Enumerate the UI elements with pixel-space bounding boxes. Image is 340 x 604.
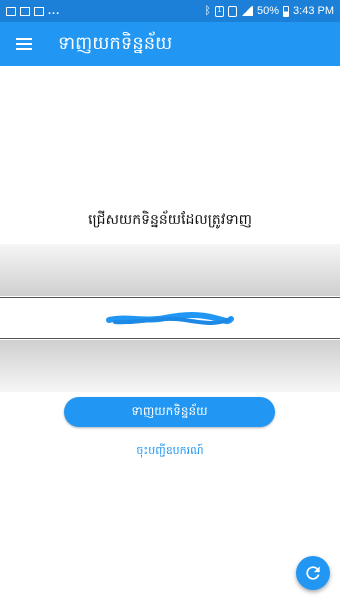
register-device-link[interactable]: ចុះបញ្ជីឧបករណ៍	[0, 444, 340, 460]
selection-prompt: ជ្រើសយកទិន្នន័យដែលត្រូវទាញ	[88, 212, 252, 228]
bluetooth-icon: ᛒ	[204, 5, 211, 17]
more-notifications-indicator: ...	[48, 5, 61, 17]
picker-previous-item[interactable]	[0, 244, 340, 296]
signal-icon	[241, 6, 253, 16]
clock: 3:43 PM	[293, 5, 334, 17]
hamburger-menu-icon[interactable]	[0, 22, 48, 66]
status-left: ...	[6, 5, 60, 17]
app-bar: ទាញយកទិន្នន័យ	[0, 22, 340, 66]
sim-icon: 1	[215, 5, 224, 17]
download-data-button[interactable]: ទាញយកទិន្នន័យ	[64, 397, 275, 427]
network-icon	[228, 5, 237, 17]
refresh-icon	[306, 566, 320, 580]
refresh-button[interactable]	[296, 556, 330, 590]
mail-notification-icon	[20, 6, 30, 16]
gallery-notification-icon	[6, 6, 16, 16]
email-notification-icon	[34, 6, 44, 16]
status-bar: ... ᛒ 1 50% 3:43 PM	[0, 0, 340, 22]
picker-divider-bottom	[0, 338, 340, 339]
battery-icon	[283, 5, 290, 17]
picker-next-item[interactable]	[0, 340, 340, 392]
redacted-value-mark	[106, 312, 234, 325]
battery-percent: 50%	[257, 5, 280, 17]
page-title: ទាញយកទិន្នន័យ	[58, 32, 173, 54]
picker-selected-item[interactable]	[0, 298, 340, 338]
status-right: ᛒ 1 50% 3:43 PM	[204, 5, 334, 17]
